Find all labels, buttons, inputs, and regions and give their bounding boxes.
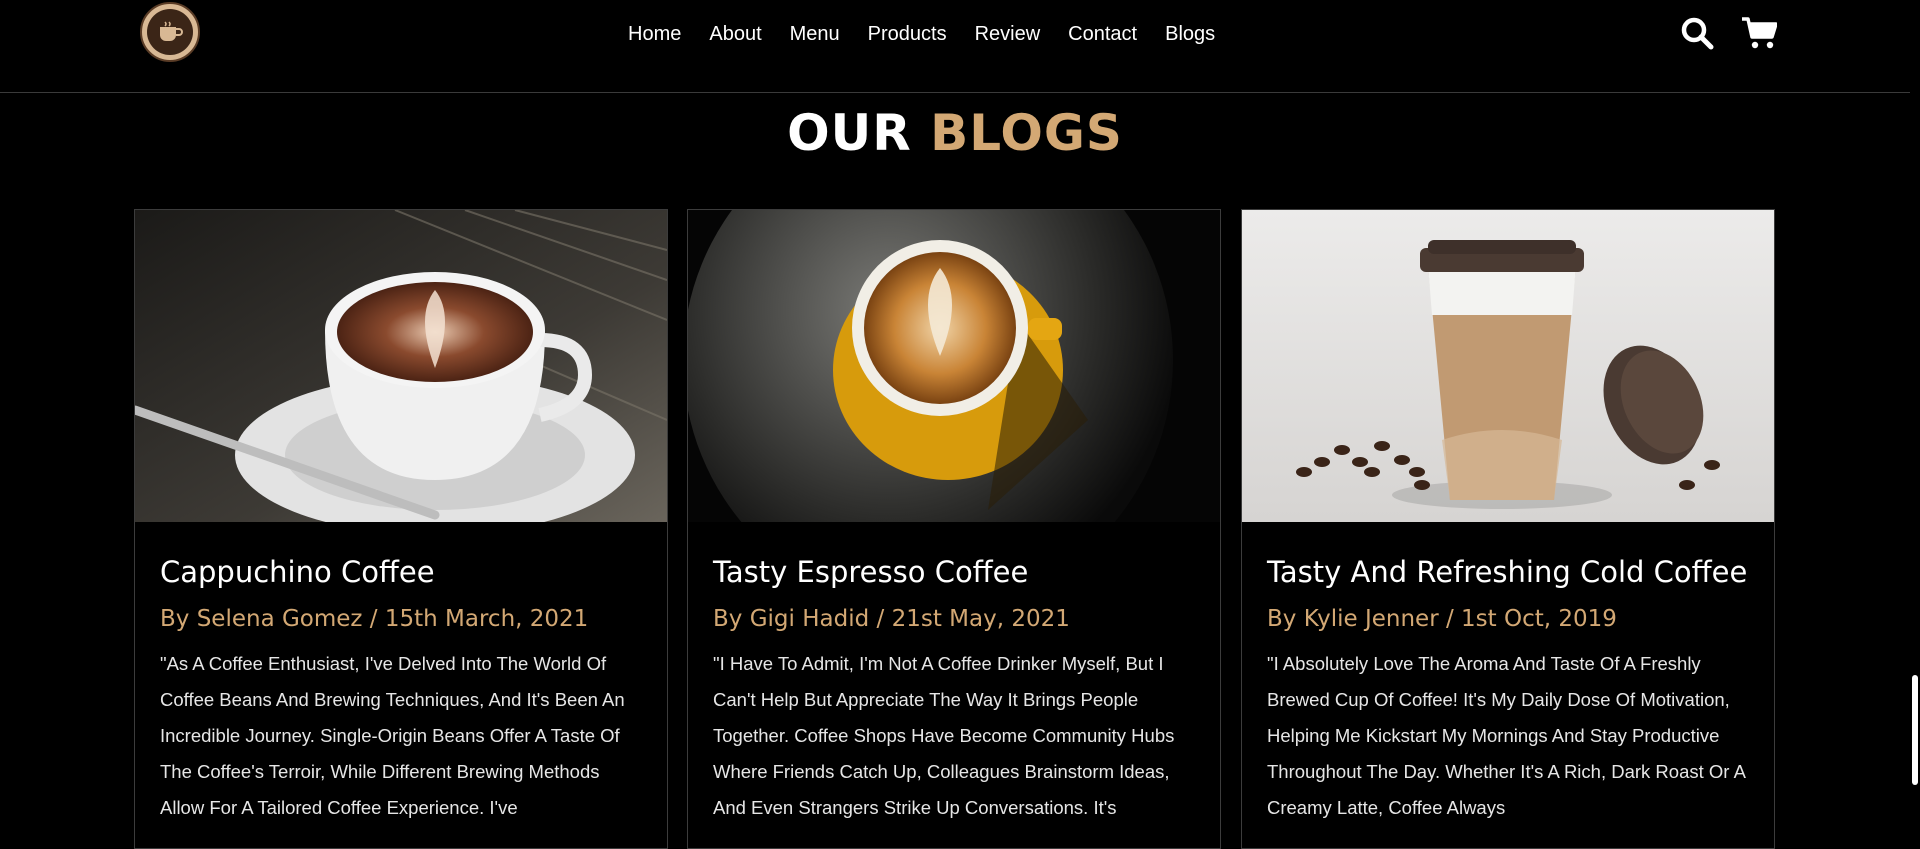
scrollbar-thumb[interactable]	[1912, 675, 1918, 785]
nav-menu-link[interactable]: Menu	[790, 20, 840, 48]
nav-blogs-link[interactable]: Blogs	[1165, 20, 1215, 48]
blog-excerpt: "I Absolutely Love The Aroma And Taste O…	[1267, 653, 1745, 818]
site-header: Home About Menu Products Review Contact …	[0, 0, 1910, 93]
nav-review-link[interactable]: Review	[975, 20, 1041, 48]
coffee-cup-icon	[147, 9, 193, 55]
heading-part-2: BLOGS	[930, 104, 1123, 162]
blog-image-espresso[interactable]	[688, 210, 1220, 522]
nav-contact-link[interactable]: Contact	[1068, 20, 1137, 48]
blog-card[interactable]: Tasty And Refreshing Cold Coffee By Kyli…	[1241, 209, 1775, 849]
blog-card[interactable]: Tasty Espresso Coffee By Gigi Hadid / 21…	[687, 209, 1221, 849]
blog-title[interactable]: Tasty And Refreshing Cold Coffee	[1267, 554, 1749, 590]
blog-excerpt: "I Have To Admit, I'm Not A Coffee Drink…	[713, 653, 1175, 818]
nav-home-link[interactable]: Home	[628, 20, 681, 48]
blog-image-cappuccino[interactable]	[135, 210, 667, 522]
blog-meta: By Gigi Hadid / 21st May, 2021	[713, 606, 1070, 632]
heading-part-1: OUR	[787, 104, 912, 162]
blog-excerpt: "As A Coffee Enthusiast, I've Delved Int…	[160, 653, 625, 818]
coffee-shop-logo[interactable]	[140, 2, 200, 62]
shopping-cart-icon[interactable]	[1741, 16, 1778, 55]
page-scrollbar[interactable]	[1910, 0, 1920, 831]
blog-card[interactable]: Cappuchino Coffee By Selena Gomez / 15th…	[134, 209, 668, 849]
blog-title[interactable]: Tasty Espresso Coffee	[713, 554, 1195, 590]
blog-meta: By Kylie Jenner / 1st Oct, 2019	[1267, 606, 1617, 632]
blog-title[interactable]: Cappuchino Coffee	[160, 554, 642, 590]
nav-about-link[interactable]: About	[709, 20, 761, 48]
blog-image-cold-coffee[interactable]	[1242, 210, 1774, 522]
blog-meta: By Selena Gomez / 15th March, 2021	[160, 606, 589, 632]
main-nav: Home About Menu Products Review Contact …	[628, 20, 1215, 48]
section-heading: OUR BLOGS	[0, 104, 1910, 162]
search-icon[interactable]	[1680, 16, 1714, 55]
nav-products-link[interactable]: Products	[868, 20, 947, 48]
